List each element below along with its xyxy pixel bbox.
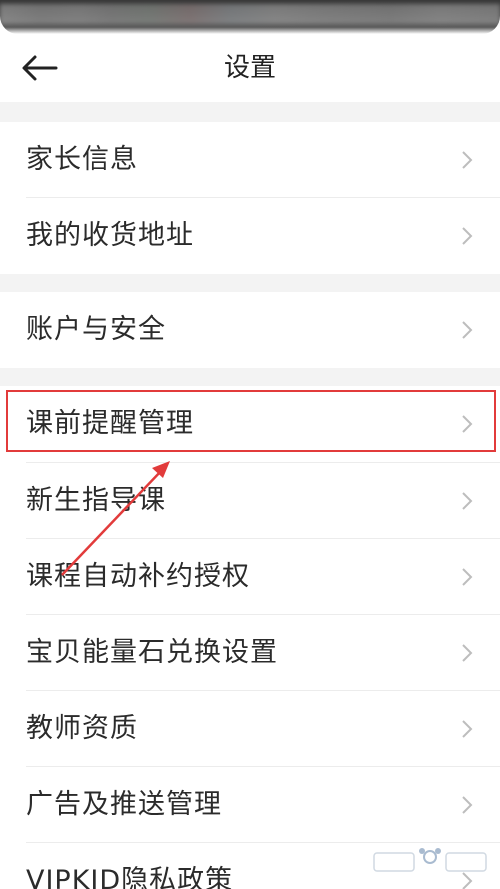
chevron-right-icon xyxy=(462,644,473,662)
settings-item-label: 宝贝能量石兑换设置 xyxy=(26,637,278,668)
settings-item-ads-push[interactable]: 广告及推送管理 xyxy=(0,767,500,843)
chevron-right-icon xyxy=(462,415,473,433)
settings-item-label: 账户与安全 xyxy=(26,314,166,345)
chevron-right-icon xyxy=(462,321,473,339)
settings-item-label: 我的收货地址 xyxy=(26,220,194,251)
section-gap xyxy=(0,368,500,386)
settings-item-label: VIPKID隐私政策 xyxy=(26,865,234,889)
settings-item-account-security[interactable]: 账户与安全 xyxy=(0,292,500,368)
status-bar xyxy=(0,0,500,34)
chevron-right-icon xyxy=(462,796,473,814)
settings-page: 设置 家长信息 我的收货地址 账户与安全 课前提醒管理 新生指导课 课程自动补约… xyxy=(0,0,500,889)
chevron-right-icon xyxy=(462,227,473,245)
section-gap xyxy=(0,102,500,122)
status-bar-blurred-content xyxy=(0,4,500,24)
page-title: 设置 xyxy=(223,53,276,83)
settings-item-teacher-qualification[interactable]: 教师资质 xyxy=(0,691,500,767)
settings-item-energy-stone-exchange[interactable]: 宝贝能量石兑换设置 xyxy=(0,615,500,691)
settings-item-label: 新生指导课 xyxy=(26,485,166,516)
settings-item-label: 广告及推送管理 xyxy=(26,789,222,820)
settings-item-label: 家长信息 xyxy=(26,144,138,175)
settings-item-privacy-policy[interactable]: VIPKID隐私政策 xyxy=(0,843,500,889)
section-gap xyxy=(0,274,500,292)
chevron-right-icon xyxy=(462,872,473,889)
settings-item-auto-booking[interactable]: 课程自动补约授权 xyxy=(0,539,500,615)
chevron-right-icon xyxy=(462,720,473,738)
settings-item-label: 教师资质 xyxy=(26,713,138,744)
chevron-right-icon xyxy=(462,568,473,586)
settings-item-label: 课前提醒管理 xyxy=(26,408,194,439)
settings-item-parent-info[interactable]: 家长信息 xyxy=(0,122,500,198)
settings-item-new-student-guide[interactable]: 新生指导课 xyxy=(0,463,500,539)
settings-item-class-reminder[interactable]: 课前提醒管理 xyxy=(0,386,500,462)
settings-item-label: 课程自动补约授权 xyxy=(26,561,250,592)
chevron-right-icon xyxy=(462,151,473,169)
chevron-right-icon xyxy=(462,492,473,510)
settings-item-shipping-address[interactable]: 我的收货地址 xyxy=(0,198,500,274)
navigation-header: 设置 xyxy=(0,34,500,102)
